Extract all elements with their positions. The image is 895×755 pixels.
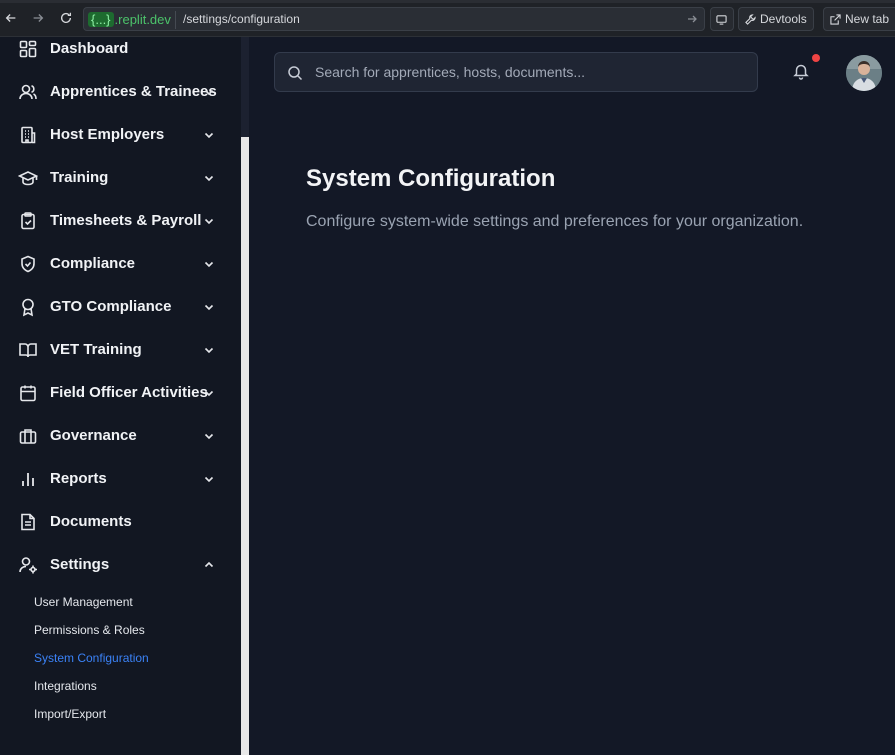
- dashboard-icon: [18, 39, 38, 59]
- sidebar-subitem-user-management[interactable]: User Management: [34, 595, 133, 609]
- tab-strip: [0, 0, 895, 3]
- sidebar-item-vet-training[interactable]: VET Training: [0, 328, 241, 371]
- user-cog-icon: [18, 555, 38, 575]
- chevron-down-icon: [204, 433, 214, 439]
- sidebar-item-documents[interactable]: Documents: [0, 500, 241, 543]
- back-icon[interactable]: [2, 9, 20, 27]
- sidebar-scrollbar[interactable]: [241, 37, 249, 755]
- url-path: /settings/configuration: [183, 12, 300, 26]
- sidebar-item-label: Governance: [50, 427, 137, 444]
- device-preview-button[interactable]: [710, 7, 734, 31]
- chevron-down-icon: [204, 476, 214, 482]
- sidebar-item-label: Settings: [50, 556, 110, 573]
- sidebar-item-label: Field Officer Activities: [50, 384, 208, 401]
- url-go-icon[interactable]: [686, 13, 698, 25]
- sidebar-item-governance[interactable]: Governance: [0, 414, 241, 457]
- page-description: Configure system-wide settings and prefe…: [306, 213, 804, 230]
- chevron-down-icon: [204, 175, 214, 181]
- sidebar-item-reports[interactable]: Reports: [0, 457, 241, 500]
- sidebar-item-apprentices[interactable]: Apprentices & Trainees: [0, 70, 241, 113]
- sidebar-item-label: VET Training: [50, 341, 142, 358]
- sidebar-item-dashboard[interactable]: Dashboard: [0, 27, 241, 70]
- devtools-button[interactable]: Devtools: [738, 7, 814, 31]
- sidebar-item-label: Timesheets & Payroll: [50, 212, 202, 229]
- url-host-pill: {...}: [88, 12, 114, 27]
- chevron-up-icon: [204, 561, 214, 567]
- sidebar-item-settings[interactable]: Settings: [0, 543, 241, 586]
- devtools-label: Devtools: [760, 12, 807, 26]
- chevron-down-icon: [204, 261, 214, 267]
- graduation-cap-icon: [18, 168, 38, 188]
- file-text-icon: [18, 512, 38, 532]
- briefcase-icon: [18, 426, 38, 446]
- sidebar-item-timesheets[interactable]: Timesheets & Payroll: [0, 199, 241, 242]
- search-bar[interactable]: [274, 52, 758, 92]
- reload-icon[interactable]: [57, 9, 75, 27]
- wrench-icon: [745, 13, 756, 25]
- sidebar-item-label: Training: [50, 169, 109, 186]
- sidebar-subitem-import-export[interactable]: Import/Export: [34, 707, 106, 721]
- forward-icon[interactable]: [29, 9, 47, 27]
- sidebar-item-label: GTO Compliance: [50, 298, 172, 315]
- search-icon: [288, 66, 303, 81]
- sidebar-item-field-officer[interactable]: Field Officer Activities: [0, 371, 241, 414]
- calendar-icon: [18, 383, 38, 403]
- sidebar-subitem-permissions[interactable]: Permissions & Roles: [34, 623, 145, 637]
- users-icon: [18, 82, 38, 102]
- bell-icon: [793, 64, 809, 80]
- shield-check-icon: [18, 254, 38, 274]
- external-link-icon: [830, 13, 841, 25]
- avatar-image: [846, 55, 882, 91]
- sidebar-item-label: Documents: [50, 513, 132, 530]
- chevron-down-icon: [204, 304, 214, 310]
- sidebar-subitem-integrations[interactable]: Integrations: [34, 679, 97, 693]
- sidebar-item-label: Dashboard: [50, 40, 129, 57]
- award-icon: [18, 297, 38, 317]
- chevron-down-icon: [204, 132, 214, 138]
- chevron-down-icon: [204, 347, 214, 353]
- chevron-down-icon: [204, 218, 214, 224]
- notification-badge: [812, 54, 820, 62]
- sidebar-item-label: Apprentices & Trainees: [50, 83, 217, 100]
- new-tab-label: New tab: [845, 12, 890, 26]
- sidebar-item-gto-compliance[interactable]: GTO Compliance: [0, 285, 241, 328]
- new-tab-button[interactable]: New tab: [823, 7, 895, 31]
- scrollbar-thumb[interactable]: [241, 137, 249, 755]
- clipboard-check-icon: [18, 211, 38, 231]
- chevron-down-icon: [204, 89, 214, 95]
- search-input[interactable]: [315, 61, 745, 83]
- notifications-button[interactable]: [792, 62, 812, 82]
- page-title: System Configuration: [306, 165, 556, 192]
- sidebar: Dashboard Apprentices & Trainees Host Em…: [0, 37, 241, 755]
- monitor-icon: [716, 14, 727, 25]
- book-open-icon: [18, 340, 38, 360]
- sidebar-item-label: Reports: [50, 470, 107, 487]
- sidebar-item-label: Host Employers: [50, 126, 165, 143]
- sidebar-item-host-employers[interactable]: Host Employers: [0, 113, 241, 156]
- chevron-down-icon: [204, 390, 214, 396]
- sidebar-item-training[interactable]: Training: [0, 156, 241, 199]
- building-icon: [18, 125, 38, 145]
- avatar[interactable]: [846, 55, 882, 91]
- sidebar-item-compliance[interactable]: Compliance: [0, 242, 241, 285]
- url-host-text: .replit.dev: [114, 12, 171, 27]
- sidebar-subitem-system-configuration[interactable]: System Configuration: [34, 651, 149, 665]
- sidebar-item-label: Compliance: [50, 255, 136, 272]
- bar-chart-icon: [18, 469, 38, 489]
